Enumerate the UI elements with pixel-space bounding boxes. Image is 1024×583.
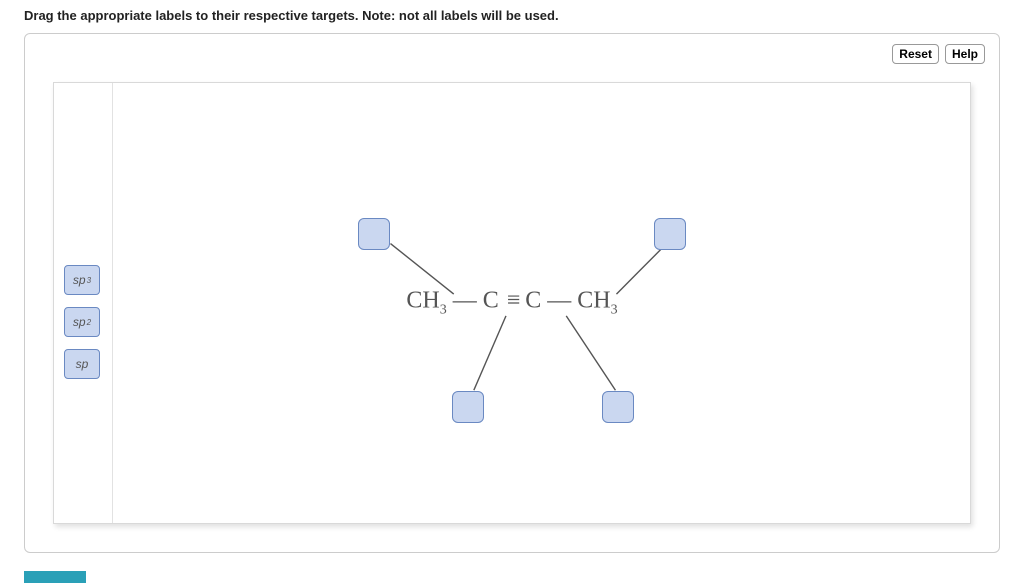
- label-sp3-sup: 3: [87, 276, 91, 285]
- instruction-text: Drag the appropriate labels to their res…: [24, 8, 1000, 23]
- formula-triple-bond: ≡: [507, 288, 518, 314]
- formula-ch3-right: CH: [577, 288, 610, 314]
- submit-fragment: [24, 571, 86, 583]
- label-sp2[interactable]: sp2: [64, 307, 100, 337]
- formula-c-left: C: [483, 288, 499, 314]
- drop-target-bottom-left[interactable]: [452, 391, 484, 423]
- formula-sub3-left: 3: [440, 302, 447, 317]
- formula-bond-2: —: [547, 288, 571, 314]
- molecule-formula: CH3 — C ≡ C — CH3: [406, 288, 617, 319]
- drop-target-top-right[interactable]: [654, 218, 686, 250]
- help-button[interactable]: Help: [945, 44, 985, 64]
- label-sp3-text: sp: [73, 273, 86, 287]
- drop-target-top-left[interactable]: [358, 218, 390, 250]
- label-sp3[interactable]: sp3: [64, 265, 100, 295]
- drag-canvas: sp3 sp2 sp CH3 — C ≡ C — CH3: [53, 82, 971, 524]
- reset-button[interactable]: Reset: [892, 44, 939, 64]
- exercise-panel: Reset Help sp3 sp2 sp CH3 — C ≡ C — CH3: [24, 33, 1000, 553]
- formula-ch3-left: CH: [406, 288, 439, 314]
- label-sp[interactable]: sp: [64, 349, 100, 379]
- label-sp-text: sp: [76, 357, 89, 371]
- drop-target-bottom-right[interactable]: [602, 391, 634, 423]
- formula-sub3-right: 3: [611, 302, 618, 317]
- label-sp2-text: sp: [73, 315, 86, 329]
- palette-divider: [112, 83, 113, 523]
- formula-c-right: C: [525, 288, 541, 314]
- formula-bond-1: —: [453, 288, 477, 314]
- label-sp2-sup: 2: [87, 318, 91, 327]
